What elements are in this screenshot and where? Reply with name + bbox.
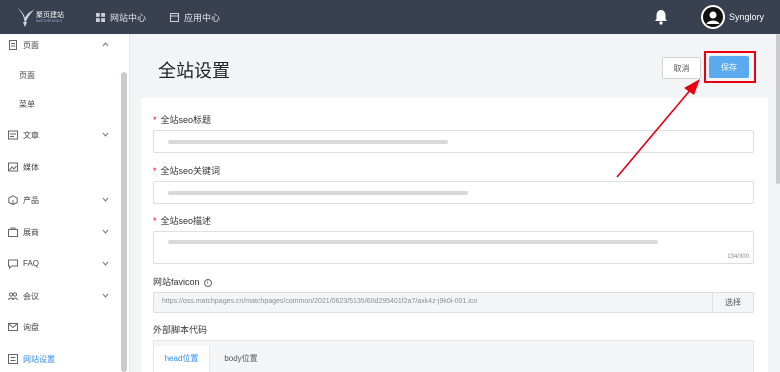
settings-icon <box>8 354 18 364</box>
sidebar-item-label: 展商 <box>23 228 39 237</box>
seo-keywords-label: * 全站seo关键词 <box>153 166 221 176</box>
chevron-up-icon <box>102 42 109 47</box>
sidebar-item-label: 询盘 <box>23 323 39 332</box>
sidebar-item-faq[interactable]: FAQ <box>0 254 120 274</box>
seo-description-textarea[interactable]: 134/300 <box>153 231 754 264</box>
sidebar-item-label: FAQ <box>23 259 40 268</box>
select-favicon-button[interactable]: 选择 <box>712 293 753 312</box>
favicon-label: 网站favicon i <box>153 275 212 288</box>
script-tabs: head位置 body位置 <box>153 340 754 372</box>
char-counter: 134/300 <box>727 254 749 260</box>
seo-keywords-input[interactable] <box>153 181 754 204</box>
article-icon <box>8 130 18 140</box>
product-icon <box>8 195 18 205</box>
page-title: 全站设置 <box>158 61 230 81</box>
sidebar-subitem-menu[interactable]: 菜单 <box>0 94 120 114</box>
blurred-text <box>168 140 448 144</box>
sidebar-item-exhibitors[interactable]: 展商 <box>0 222 120 242</box>
nav-site-center-label: 网站中心 <box>110 12 147 23</box>
exhibitor-icon <box>8 227 18 237</box>
inquiry-icon <box>8 323 18 331</box>
avatar[interactable] <box>701 5 725 29</box>
cancel-button[interactable]: 取消 <box>662 57 701 79</box>
tab-head[interactable]: head位置 <box>154 346 210 372</box>
favicon-input[interactable]: https://oss.matchpages.cn/matchpages/com… <box>153 292 754 313</box>
sidebar-item-meetings[interactable]: 会议 <box>0 286 120 306</box>
sidebar-item-label: 页面 <box>19 71 35 80</box>
sidebar-item-label: 产品 <box>23 196 39 205</box>
chevron-down-icon <box>102 197 109 202</box>
nav-app-center[interactable]: 应用中心 <box>170 0 220 34</box>
blurred-text <box>168 191 468 195</box>
favicon-url: https://oss.matchpages.cn/matchpages/com… <box>162 298 478 305</box>
chevron-down-icon <box>102 229 109 234</box>
logo[interactable]: 聚页建站 MATCHPAGES <box>14 4 84 30</box>
faq-icon <box>8 259 18 269</box>
bird-logo-icon <box>17 8 34 27</box>
grid-icon <box>96 12 105 22</box>
sidebar-item-media[interactable]: 媒体 <box>0 157 120 177</box>
tab-body[interactable]: body位置 <box>216 346 266 372</box>
blurred-text <box>168 240 658 244</box>
logo-subtitle: MATCHPAGES <box>36 19 62 23</box>
page-scrollbar[interactable] <box>776 34 780 184</box>
chevron-down-icon <box>102 293 109 298</box>
highlight-box <box>704 51 756 83</box>
sidebar-subitem-pages[interactable]: 页面 <box>0 65 120 85</box>
nav-app-center-label: 应用中心 <box>184 12 221 23</box>
bell-icon[interactable] <box>654 9 668 25</box>
sidebar-scrollbar[interactable] <box>121 72 127 372</box>
username: Synglory <box>729 12 765 22</box>
media-icon <box>8 162 18 172</box>
sidebar-item-pages[interactable]: 页面 <box>0 35 120 55</box>
sidebar-item-inquiries[interactable]: 询盘 <box>0 317 120 337</box>
sidebar-item-label: 网站设置 <box>23 355 55 364</box>
user-menu[interactable]: Synglory <box>701 4 764 30</box>
sidebar-item-label: 页面 <box>23 41 39 50</box>
sidebar: 页面 页面 菜单 文章 媒体 产品 展商 FAQ 会议 询盘 网站设置 <box>0 34 130 372</box>
sidebar-item-label: 会议 <box>23 292 39 301</box>
external-script-label: 外部脚本代码 <box>153 325 208 335</box>
nav-site-center[interactable]: 网站中心 <box>96 0 146 34</box>
sidebar-item-products[interactable]: 产品 <box>0 190 120 210</box>
chevron-down-icon <box>102 261 109 266</box>
sidebar-item-label: 媒体 <box>23 163 39 172</box>
chevron-down-icon <box>102 132 109 137</box>
meeting-icon <box>8 292 18 301</box>
top-bar: 聚页建站 MATCHPAGES 网站中心 应用中心 Synglory <box>0 0 780 34</box>
seo-title-input[interactable] <box>153 130 754 153</box>
sidebar-item-label: 菜单 <box>19 100 35 109</box>
seo-description-label: * 全站seo描述 <box>153 216 212 226</box>
sidebar-item-site-settings[interactable]: 网站设置 <box>0 349 120 369</box>
sidebar-item-articles[interactable]: 文章 <box>0 125 120 145</box>
avatar-icon <box>703 7 723 27</box>
page-icon <box>9 40 17 50</box>
app-window-icon <box>170 12 179 22</box>
seo-title-label: * 全站seo标题 <box>153 115 212 125</box>
info-icon[interactable]: i <box>203 278 212 287</box>
sidebar-item-label: 文章 <box>23 131 39 140</box>
